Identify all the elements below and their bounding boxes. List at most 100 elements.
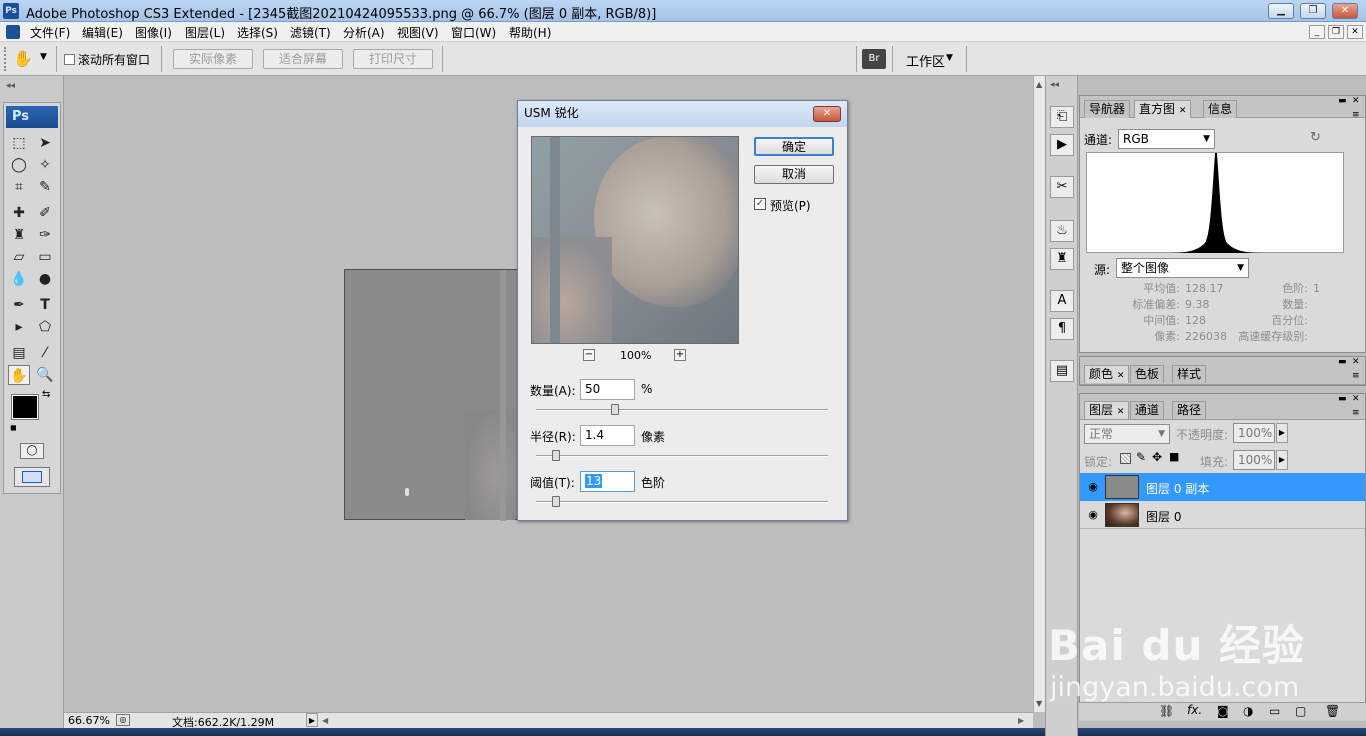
opacity-arrow-icon[interactable]: ▶ <box>1276 423 1288 443</box>
layer-row[interactable]: ◉ 图层 0 副本 <box>1080 473 1365 501</box>
doc-close-button[interactable]: ✕ <box>1347 25 1363 39</box>
scroll-all-checkbox[interactable] <box>64 54 75 65</box>
info-icon[interactable]: ◎ <box>116 714 130 726</box>
zoom-out-icon[interactable]: − <box>583 349 595 361</box>
panel-menu-icon[interactable]: ≡ <box>1352 110 1360 120</box>
history-brush-tool-icon[interactable]: ✑ <box>34 225 56 245</box>
fill-input[interactable]: 100% <box>1233 450 1275 470</box>
threshold-slider-thumb[interactable] <box>552 496 561 507</box>
restore-button[interactable]: ❐ <box>1300 3 1326 19</box>
vertical-scrollbar[interactable]: ▲ ▼ <box>1033 76 1045 712</box>
expand-arrows-icon[interactable]: ◂◂ <box>1050 80 1059 90</box>
menu-window[interactable]: 窗口(W) <box>451 24 496 41</box>
blur-tool-icon[interactable]: 💧 <box>8 269 30 289</box>
tool-preset-chevron-down-icon[interactable]: ▼ <box>40 52 47 62</box>
print-size-button[interactable]: 打印尺寸 <box>353 49 433 69</box>
close-icon[interactable]: ✕ <box>1352 357 1360 367</box>
panel-menu-icon[interactable]: ≡ <box>1352 371 1360 381</box>
new-group-icon[interactable]: ▭ <box>1269 704 1280 718</box>
clone-source-icon[interactable]: ♜ <box>1050 248 1074 270</box>
hand-tool-icon[interactable]: ✋ <box>12 48 34 70</box>
tab-histogram[interactable]: 直方图 ✕ <box>1134 100 1192 118</box>
actual-pixels-button[interactable]: 实际像素 <box>173 49 253 69</box>
eyedropper-tool-icon[interactable]: ⁄ <box>34 343 56 363</box>
tab-channels[interactable]: 通道 <box>1130 401 1165 419</box>
healing-brush-tool-icon[interactable]: ✚ <box>8 203 30 223</box>
menu-file[interactable]: 文件(F) <box>30 24 70 41</box>
fit-screen-button[interactable]: 适合屏幕 <box>263 49 343 69</box>
tab-layers[interactable]: 图层 ✕ <box>1084 401 1130 419</box>
doc-restore-button[interactable]: ❐ <box>1328 25 1344 39</box>
tab-color[interactable]: 颜色 ✕ <box>1084 365 1130 383</box>
visibility-eye-icon[interactable]: ◉ <box>1084 508 1102 522</box>
layer-comps-icon[interactable]: ▤ <box>1050 360 1074 382</box>
visibility-eye-icon[interactable]: ◉ <box>1084 480 1102 494</box>
shape-tool-icon[interactable]: ⬠ <box>34 317 56 337</box>
screen-mode-button[interactable] <box>14 467 50 487</box>
threshold-slider[interactable] <box>536 496 828 507</box>
layer-name[interactable]: 图层 0 <box>1146 508 1181 525</box>
hand-tool-active-icon[interactable]: ✋ <box>8 365 30 385</box>
tab-styles[interactable]: 样式 <box>1172 365 1207 383</box>
lock-all-icon[interactable]: ■ <box>1169 450 1179 463</box>
close-window-button[interactable]: ✕ <box>1332 3 1358 19</box>
scroll-up-arrow-icon[interactable]: ▲ <box>1036 80 1042 89</box>
threshold-input[interactable]: 13 <box>580 471 635 492</box>
preview-image[interactable] <box>531 136 739 344</box>
refresh-icon[interactable]: ↻ <box>1310 130 1321 145</box>
scroll-right-arrow-icon[interactable]: ▶ <box>1018 716 1024 725</box>
gradient-tool-icon[interactable]: ▭ <box>34 247 56 267</box>
marquee-tool-icon[interactable]: ⬚ <box>8 133 30 153</box>
actions-panel-icon[interactable]: ▶ <box>1050 134 1074 156</box>
type-tool-icon[interactable]: T <box>34 295 56 315</box>
blend-mode-select[interactable]: 正常 ▼ <box>1084 424 1170 444</box>
panel-menu-icon[interactable]: ≡ <box>1352 408 1360 418</box>
menu-layer[interactable]: 图层(L) <box>185 24 225 41</box>
lock-transparency-icon[interactable] <box>1120 453 1131 464</box>
source-select[interactable]: 整个图像 ▼ <box>1116 258 1249 278</box>
paragraph-panel-icon[interactable]: ¶ <box>1050 318 1074 340</box>
character-panel-icon[interactable]: A <box>1050 290 1074 312</box>
close-icon[interactable]: ✕ <box>1117 371 1125 381</box>
tab-info[interactable]: 信息 <box>1203 100 1238 118</box>
layer-row[interactable]: ◉ 图层 0 <box>1080 501 1365 529</box>
close-icon[interactable]: ✕ <box>1179 106 1187 116</box>
workspace-chevron-down-icon[interactable]: ▼ <box>946 53 953 63</box>
zoom-in-icon[interactable]: + <box>674 349 686 361</box>
foreground-color-swatch[interactable] <box>11 394 39 420</box>
preview-checkbox[interactable]: ✓ <box>754 198 766 210</box>
layer-mask-icon[interactable]: ◙ <box>1217 704 1229 718</box>
minimize-icon[interactable]: ▬ <box>1338 96 1347 106</box>
move-tool-icon[interactable]: ➤ <box>34 133 56 153</box>
brush-tool-icon[interactable]: ✐ <box>34 203 56 223</box>
tab-paths[interactable]: 路径 <box>1172 401 1207 419</box>
delete-layer-icon[interactable]: 🗑 <box>1325 704 1340 718</box>
radius-input[interactable]: 1.4 <box>580 425 635 446</box>
minimize-icon[interactable]: ▬ <box>1338 394 1347 404</box>
menu-image[interactable]: 图像(I) <box>135 24 172 41</box>
amount-slider[interactable] <box>536 404 828 415</box>
tab-navigator[interactable]: 导航器 <box>1084 100 1131 118</box>
close-icon[interactable]: ✕ <box>1117 407 1125 417</box>
channel-select[interactable]: RGB ▼ <box>1118 129 1215 149</box>
lock-position-icon[interactable]: ✥ <box>1152 450 1162 464</box>
layer-name[interactable]: 图层 0 副本 <box>1146 480 1209 497</box>
magic-wand-tool-icon[interactable]: ✧ <box>34 155 56 175</box>
opacity-input[interactable]: 100% <box>1233 423 1275 443</box>
radius-slider[interactable] <box>536 450 828 461</box>
zoom-tool-icon[interactable]: 🔍 <box>34 365 56 385</box>
menu-analysis[interactable]: 分析(A) <box>343 24 385 41</box>
doc-minimize-button[interactable]: _ <box>1309 25 1325 39</box>
layer-style-icon[interactable]: fx. <box>1187 703 1202 717</box>
cancel-button[interactable]: 取消 <box>754 165 834 184</box>
document-canvas[interactable] <box>344 269 519 521</box>
menu-edit[interactable]: 编辑(E) <box>82 24 123 41</box>
menu-filter[interactable]: 滤镜(T) <box>290 24 331 41</box>
lasso-tool-icon[interactable]: ◯ <box>8 155 30 175</box>
radius-slider-thumb[interactable] <box>552 450 561 461</box>
default-colors-icon[interactable]: ◼ <box>10 423 17 432</box>
status-menu-arrow-icon[interactable]: ▶ <box>306 713 318 727</box>
eraser-tool-icon[interactable]: ▱ <box>8 247 30 267</box>
minimize-icon[interactable]: ▬ <box>1338 357 1347 367</box>
pen-tool-icon[interactable]: ✒ <box>8 295 30 315</box>
